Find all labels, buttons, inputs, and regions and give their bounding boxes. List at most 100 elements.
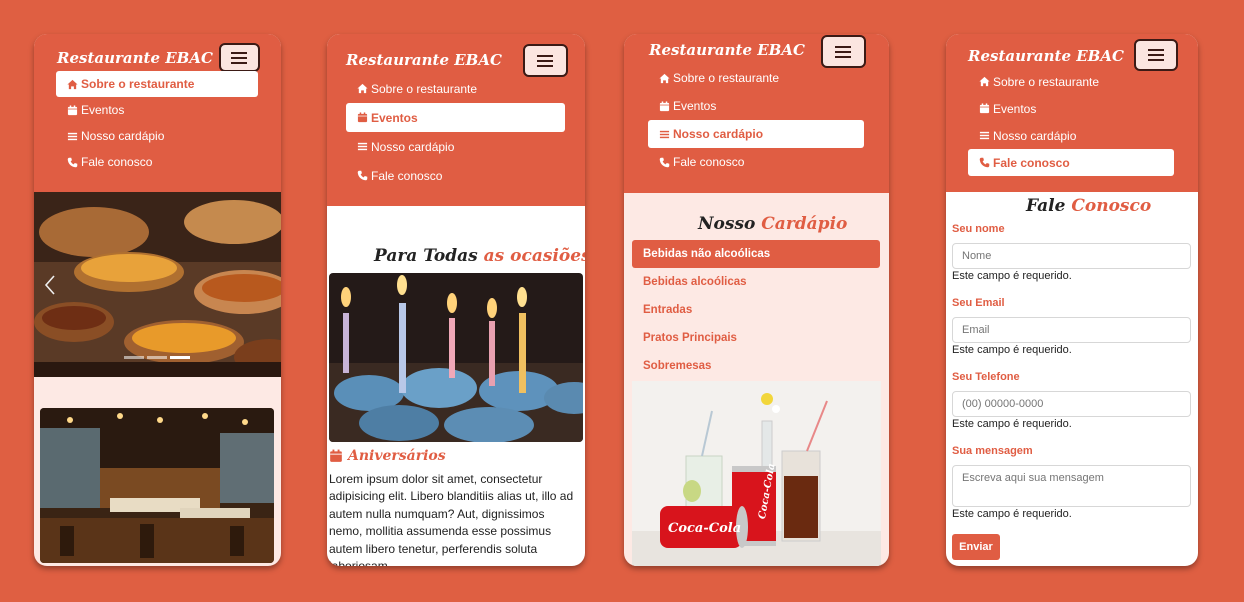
nav-menu: Sobre o restaurante Eventos Nosso cardáp…	[968, 68, 1174, 176]
nav-item-about[interactable]: Sobre o restaurante	[648, 64, 864, 92]
nav-item-contact[interactable]: Fale conosco	[968, 149, 1174, 176]
nav-item-menu[interactable]: Nosso cardápio	[968, 122, 1174, 149]
nav-item-events[interactable]: Eventos	[56, 97, 258, 123]
category-tab[interactable]: Pratos Principais	[632, 324, 880, 352]
list-icon	[659, 129, 670, 140]
soft-drinks-image: Coca-Cola Coca-Cola	[632, 381, 881, 566]
nav-item-label: Fale conosco	[993, 155, 1070, 170]
phone-label: Seu Telefone	[952, 371, 1020, 383]
navbar: Restaurante EBAC Sobre o restaurante Eve…	[327, 34, 585, 206]
restaurant-interior-image	[40, 408, 274, 563]
message-field[interactable]	[952, 465, 1191, 507]
nav-item-label: Eventos	[81, 103, 125, 117]
phone-screen-events: Restaurante EBAC Sobre o restaurante Eve…	[327, 34, 585, 566]
calendar-icon	[67, 104, 78, 116]
send-button[interactable]: Enviar	[952, 534, 1000, 560]
menu-toggle-button[interactable]	[523, 44, 568, 77]
nav-item-label: Fale conosco	[673, 155, 745, 169]
home-icon	[357, 83, 368, 94]
email-label: Seu Email	[952, 297, 1005, 309]
calendar-icon	[357, 112, 368, 123]
nav-item-label: Eventos	[993, 101, 1037, 116]
brand-logo[interactable]: Restaurante EBAC	[57, 49, 213, 67]
phone-screen-menu: Restaurante EBAC Sobre o restaurante Eve…	[624, 34, 889, 566]
name-field[interactable]	[952, 243, 1191, 269]
nav-menu: Sobre o restaurante Eventos Nosso cardáp…	[648, 64, 864, 176]
nav-menu: Sobre o restaurante Eventos Nosso cardáp…	[56, 71, 258, 175]
carousel-indicators	[124, 356, 194, 359]
nav-item-contact[interactable]: Fale conosco	[346, 161, 565, 190]
carousel-indicator[interactable]	[170, 356, 190, 359]
nav-item-menu[interactable]: Nosso cardápio	[56, 123, 258, 149]
brand-logo[interactable]: Restaurante EBAC	[649, 41, 805, 59]
list-icon	[67, 131, 78, 142]
category-tab[interactable]: Bebidas não alcoólicas	[632, 240, 880, 268]
nav-item-contact[interactable]: Fale conosco	[648, 148, 864, 176]
nav-item-label: Fale conosco	[371, 168, 443, 183]
calendar-icon	[979, 103, 990, 114]
birthday-cupcakes-image	[329, 273, 583, 442]
nav-item-label: Eventos	[673, 99, 717, 113]
email-field[interactable]	[952, 317, 1191, 343]
nav-item-label: Sobre o restaurante	[371, 81, 478, 96]
event-card-title-text: Aniversários	[348, 448, 446, 464]
phone-icon	[67, 157, 78, 168]
nav-item-menu[interactable]: Nosso cardápio	[648, 120, 864, 148]
nav-item-events[interactable]: Eventos	[968, 95, 1174, 122]
section-title: Para Todas as ocasiões	[374, 246, 585, 266]
category-tab[interactable]: Entradas	[632, 296, 880, 324]
phone-icon	[659, 157, 670, 168]
name-label: Seu nome	[952, 223, 1005, 235]
nav-item-label: Nosso cardápio	[993, 128, 1077, 143]
menu-toggle-button[interactable]	[1134, 39, 1178, 71]
phone-required-message: Este campo é requerido.	[952, 418, 1072, 430]
nav-item-label: Sobre o restaurante	[673, 71, 780, 85]
navbar: Restaurante EBAC Sobre o restaurante Eve…	[34, 34, 281, 192]
nav-item-label: Eventos	[371, 110, 418, 125]
nav-menu: Sobre o restaurante Eventos Nosso cardáp…	[346, 74, 565, 190]
calendar-icon	[659, 100, 670, 112]
home-icon	[979, 76, 990, 87]
nav-item-label: Sobre o restaurante	[81, 77, 195, 91]
nav-item-label: Nosso cardápio	[673, 127, 764, 141]
phone-screen-home: Restaurante EBAC Sobre o restaurante Eve…	[34, 34, 281, 566]
navbar: Restaurante EBAC Sobre o restaurante Eve…	[946, 34, 1198, 192]
nav-item-about[interactable]: Sobre o restaurante	[346, 74, 565, 103]
nav-item-label: Sobre o restaurante	[993, 74, 1100, 89]
section-title: Nosso Cardápio	[698, 214, 848, 234]
carousel-indicator[interactable]	[124, 356, 144, 359]
carousel-indicator[interactable]	[147, 356, 167, 359]
nav-item-about[interactable]: Sobre o restaurante	[56, 71, 258, 97]
message-required-message: Este campo é requerido.	[952, 508, 1072, 520]
svg-text:Coca-Cola: Coca-Cola	[668, 521, 741, 536]
category-tab[interactable]: Sobremesas	[632, 352, 880, 380]
home-icon	[67, 79, 78, 90]
nav-item-events[interactable]: Eventos	[648, 92, 864, 120]
category-tab[interactable]: Bebidas alcoólicas	[632, 268, 880, 296]
name-required-message: Este campo é requerido.	[952, 270, 1072, 282]
list-icon	[357, 141, 368, 152]
event-card-text: Lorem ipsum dolor sit amet, consectetur …	[329, 472, 574, 566]
nav-item-contact[interactable]: Fale conosco	[56, 149, 258, 175]
section-title: Fale Conosco	[1026, 196, 1152, 216]
list-icon	[979, 130, 990, 141]
brand-logo[interactable]: Restaurante EBAC	[968, 47, 1124, 65]
nav-item-about[interactable]: Sobre o restaurante	[968, 68, 1174, 95]
nav-item-menu[interactable]: Nosso cardápio	[346, 132, 565, 161]
nav-item-label: Nosso cardápio	[371, 139, 455, 154]
phone-field[interactable]	[952, 391, 1191, 417]
brand-logo[interactable]: Restaurante EBAC	[346, 51, 502, 69]
home-icon	[659, 73, 670, 84]
nav-item-events[interactable]: Eventos	[346, 103, 565, 132]
nav-item-label: Nosso cardápio	[81, 129, 165, 143]
phone-icon	[357, 170, 368, 181]
phone-screen-contact: Restaurante EBAC Sobre o restaurante Eve…	[946, 34, 1198, 566]
event-card-title: Aniversários	[329, 448, 446, 464]
carousel-image	[34, 192, 281, 377]
nav-item-label: Fale conosco	[81, 155, 153, 169]
message-label: Sua mensagem	[952, 445, 1033, 457]
menu-toggle-button[interactable]	[219, 43, 260, 72]
chevron-left-icon[interactable]	[43, 274, 57, 296]
navbar: Restaurante EBAC Sobre o restaurante Eve…	[624, 34, 889, 193]
email-required-message: Este campo é requerido.	[952, 344, 1072, 356]
